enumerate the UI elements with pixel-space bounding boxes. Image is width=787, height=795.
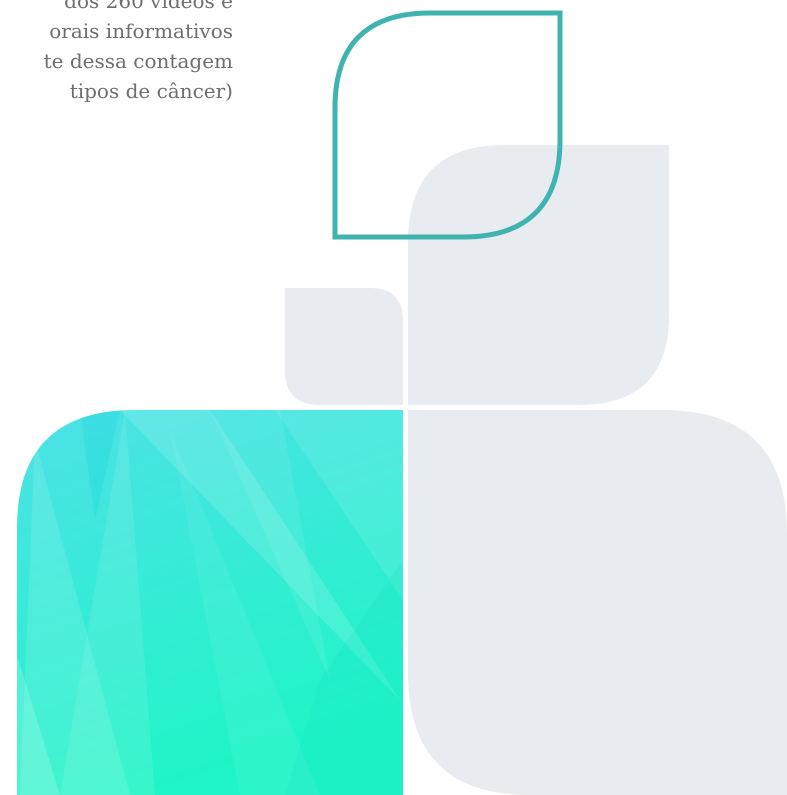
teal-gradient-leaf [17,410,403,795]
grey-leaf-small [285,288,403,405]
slide-canvas: dos 260 vídeos e orais informativos te d… [0,0,787,795]
grey-leaf-large [408,145,669,405]
grey-leaf-bottom [408,410,787,795]
decorative-leaf-graphic [17,10,787,795]
